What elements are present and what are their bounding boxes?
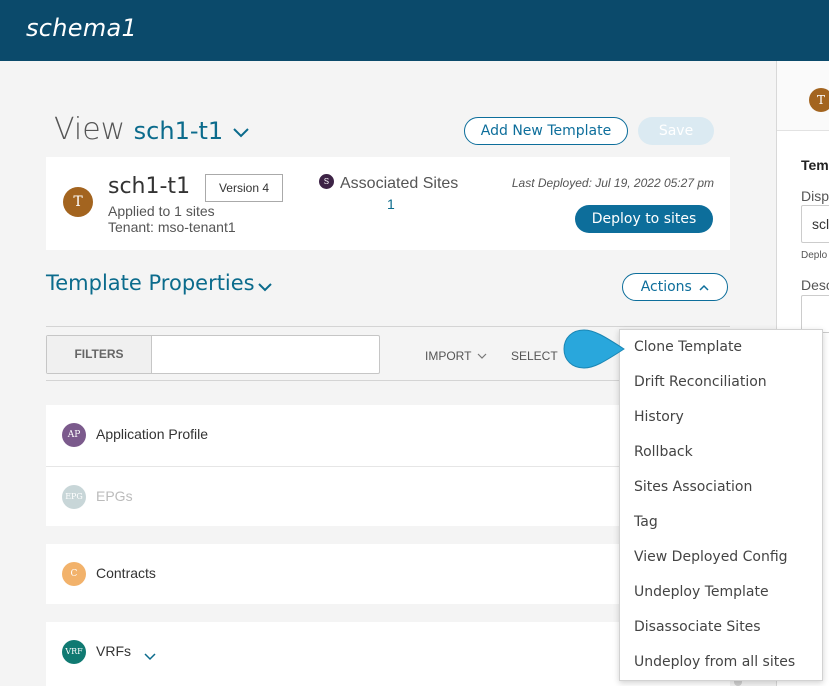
view-selector[interactable]: View sch1-t1 xyxy=(54,112,250,148)
view-template-name: sch1-t1 xyxy=(133,117,224,145)
menu-item-sites-association[interactable]: Sites Association xyxy=(620,470,822,505)
actions-label: Actions xyxy=(640,279,692,295)
save-button[interactable]: Save xyxy=(638,117,714,145)
contract-icon: C xyxy=(62,562,86,586)
template-avatar: T xyxy=(63,187,93,217)
filters-label: FILTERS xyxy=(47,336,152,373)
view-label: View xyxy=(54,112,126,147)
filter-input[interactable]: FILTERS xyxy=(46,335,380,374)
chevron-down-icon[interactable] xyxy=(144,648,156,666)
section-label: Contracts xyxy=(96,565,156,581)
menu-item-disassociate-sites[interactable]: Disassociate Sites xyxy=(620,610,822,645)
display-name-value: scl xyxy=(812,216,829,232)
section-label: Application Profile xyxy=(96,426,209,442)
side-panel-header: T xyxy=(777,61,829,131)
vrf-icon: VRF xyxy=(62,640,86,664)
associated-sites-label: Associated Sites xyxy=(340,175,459,192)
actions-menu: Clone Template Drift Reconciliation Hist… xyxy=(619,329,823,681)
section-label: VRFs xyxy=(96,643,131,659)
display-name-input[interactable]: scl xyxy=(801,205,829,243)
template-properties-title[interactable]: Template Properties xyxy=(46,271,255,295)
chevron-down-icon xyxy=(477,353,487,359)
chevron-down-icon xyxy=(232,126,250,144)
description-input[interactable] xyxy=(801,295,829,333)
menu-item-view-deployed-config[interactable]: View Deployed Config xyxy=(620,540,822,575)
import-label: IMPORT xyxy=(425,349,472,363)
menu-item-undeploy-template[interactable]: Undeploy Template xyxy=(620,575,822,610)
actions-button[interactable]: Actions xyxy=(622,273,728,301)
epg-icon: EPG xyxy=(62,485,86,509)
side-panel-avatar: T xyxy=(809,88,829,112)
import-dropdown[interactable]: IMPORT xyxy=(425,349,487,363)
display-name-label: Disp xyxy=(801,188,829,204)
associated-sites-count[interactable]: 1 xyxy=(387,196,395,212)
version-badge: Version 4 xyxy=(205,174,283,202)
site-icon: S xyxy=(319,174,334,189)
tenant-text: Tenant: mso-tenant1 xyxy=(108,219,236,235)
application-profile-icon: AP xyxy=(62,423,86,447)
top-bar: schema1 xyxy=(0,0,829,61)
section-label: EPGs xyxy=(96,488,133,504)
last-deployed-text: Last Deployed: Jul 19, 2022 05:27 pm xyxy=(511,176,714,190)
chevron-up-icon xyxy=(699,284,709,291)
deploy-to-sites-button[interactable]: Deploy to sites xyxy=(575,205,713,233)
menu-item-rollback[interactable]: Rollback xyxy=(620,435,822,470)
menu-item-tag[interactable]: Tag xyxy=(620,505,822,540)
callout-arrow-icon xyxy=(563,329,625,369)
template-name: sch1-t1 xyxy=(108,174,191,199)
menu-item-undeploy-from-all-sites[interactable]: Undeploy from all sites xyxy=(620,645,822,680)
add-new-template-button[interactable]: Add New Template xyxy=(464,117,628,145)
menu-item-history[interactable]: History xyxy=(620,400,822,435)
schema-title: schema1 xyxy=(26,14,138,42)
menu-item-drift-reconciliation[interactable]: Drift Reconciliation xyxy=(620,365,822,400)
applied-sites-text: Applied to 1 sites xyxy=(108,203,215,219)
side-panel-section-title: Tem xyxy=(801,157,829,173)
deploy-note: Deplo xyxy=(801,250,828,261)
select-dropdown[interactable]: SELECT xyxy=(511,349,558,363)
menu-item-clone-template[interactable]: Clone Template xyxy=(620,330,822,365)
template-summary-card: T sch1-t1 Version 4 Applied to 1 sites T… xyxy=(46,157,730,250)
description-label: Desc xyxy=(801,277,829,293)
chevron-down-icon[interactable] xyxy=(257,279,273,297)
